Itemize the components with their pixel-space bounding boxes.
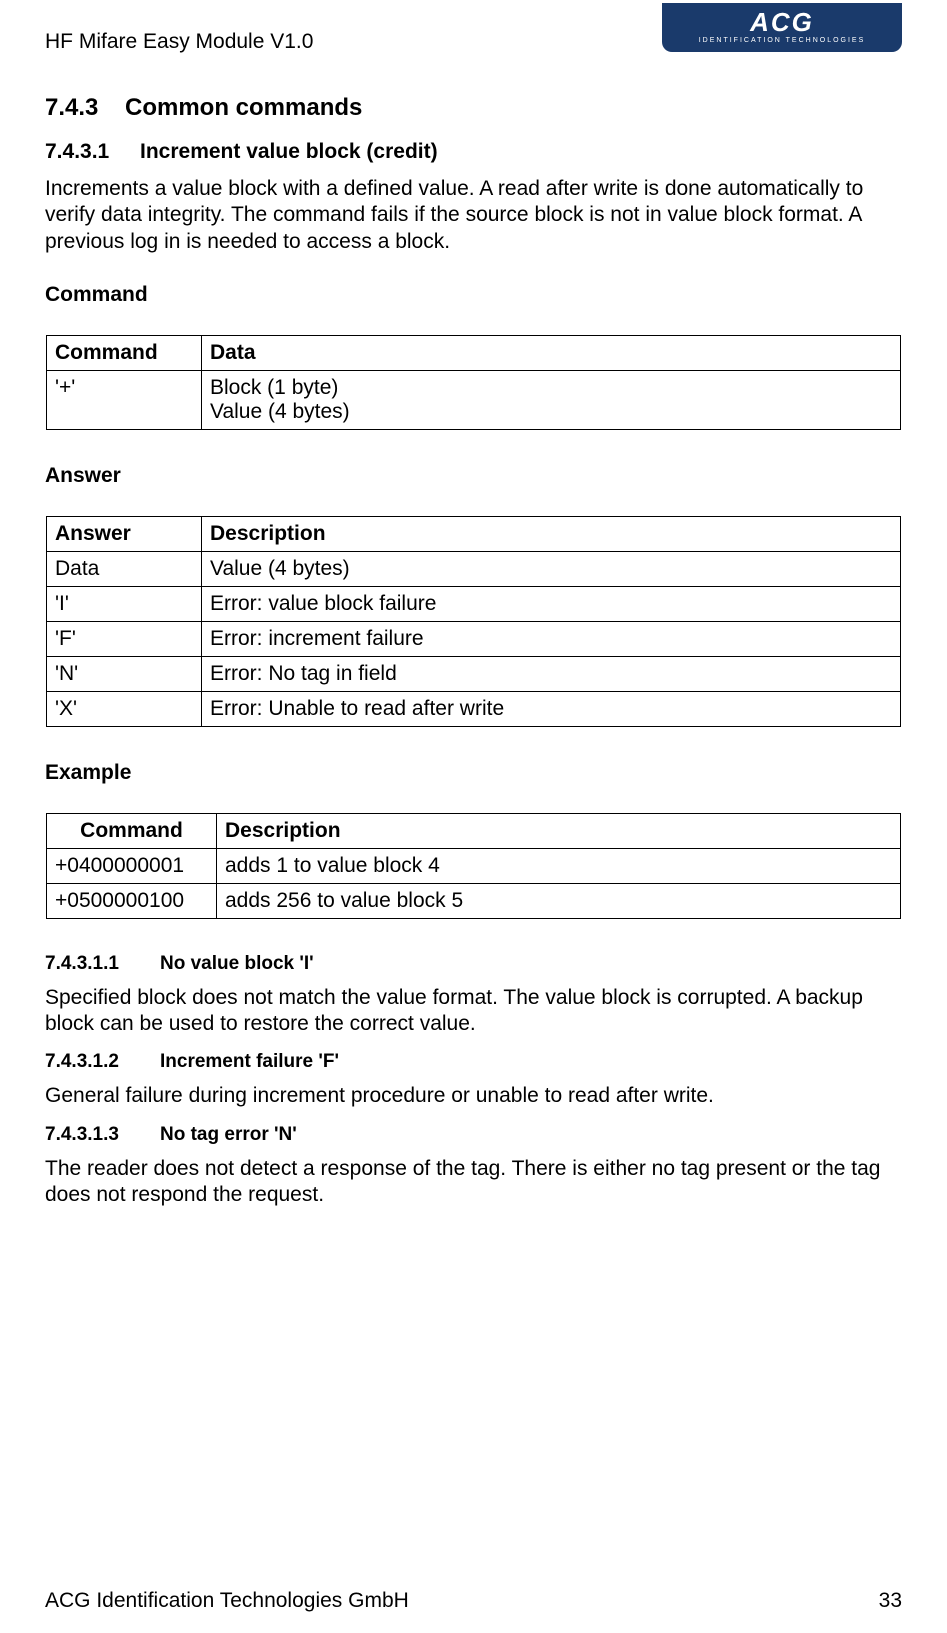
command-label: Command xyxy=(45,283,902,307)
answer-label: Answer xyxy=(45,464,902,488)
table-header-row: Command Data xyxy=(47,335,901,370)
cell: adds 256 to value block 5 xyxy=(217,883,901,918)
th-command: Command xyxy=(47,335,202,370)
logo-main-text: ACG xyxy=(680,9,884,35)
cell-data: Block (1 byte) Value (4 bytes) xyxy=(202,370,901,429)
cell: adds 1 to value block 4 xyxy=(217,848,901,883)
logo: ACG IDENTIFICATION TECHNOLOGIES xyxy=(662,3,902,52)
th-command: Command xyxy=(47,813,217,848)
heading-7-4-3-1-1: 7.4.3.1.1No value block 'I' xyxy=(45,953,902,975)
cell: Data xyxy=(47,551,202,586)
page-number: 33 xyxy=(879,1589,902,1613)
section-title: Increment value block (credit) xyxy=(140,140,438,163)
cell: Error: value block failure xyxy=(202,586,901,621)
logo-sub-text: IDENTIFICATION TECHNOLOGIES xyxy=(680,37,884,44)
heading-7-4-3: 7.4.3Common commands xyxy=(45,94,902,122)
table-row: +0400000001adds 1 to value block 4 xyxy=(47,848,901,883)
example-label: Example xyxy=(45,761,902,785)
intro-paragraph: Increments a value block with a defined … xyxy=(45,176,902,255)
table-header-row: Answer Description xyxy=(47,516,901,551)
cell: 'X' xyxy=(47,691,202,726)
cell: Value (4 bytes) xyxy=(202,551,901,586)
cell: Error: Unable to read after write xyxy=(202,691,901,726)
section-number: 7.4.3.1.1 xyxy=(45,953,160,975)
cell: +0500000100 xyxy=(47,883,217,918)
command-table: Command Data '+' Block (1 byte) Value (4… xyxy=(46,335,901,430)
section-number: 7.4.3.1.2 xyxy=(45,1051,160,1073)
table-row: 'N'Error: No tag in field xyxy=(47,656,901,691)
cell: 'I' xyxy=(47,586,202,621)
cell: 'F' xyxy=(47,621,202,656)
section-number: 7.4.3.1.3 xyxy=(45,1124,160,1146)
th-description: Description xyxy=(202,516,901,551)
table-row: 'X'Error: Unable to read after write xyxy=(47,691,901,726)
section-title: Increment failure 'F' xyxy=(160,1051,339,1072)
table-row: +0500000100adds 256 to value block 5 xyxy=(47,883,901,918)
sub3-body: The reader does not detect a response of… xyxy=(45,1156,902,1209)
th-data: Data xyxy=(202,335,901,370)
sub2-body: General failure during increment procedu… xyxy=(45,1083,902,1109)
section-title: Common commands xyxy=(125,94,362,121)
section-number: 7.4.3.1 xyxy=(45,140,140,164)
doc-title: HF Mifare Easy Module V1.0 xyxy=(45,30,313,54)
table-row: DataValue (4 bytes) xyxy=(47,551,901,586)
cell: Error: No tag in field xyxy=(202,656,901,691)
table-row: 'F'Error: increment failure xyxy=(47,621,901,656)
heading-7-4-3-1-2: 7.4.3.1.2Increment failure 'F' xyxy=(45,1051,902,1073)
cell: +0400000001 xyxy=(47,848,217,883)
answer-table: Answer Description DataValue (4 bytes) '… xyxy=(46,516,901,727)
cell: 'N' xyxy=(47,656,202,691)
table-row: 'I'Error: value block failure xyxy=(47,586,901,621)
th-description: Description xyxy=(217,813,901,848)
th-answer: Answer xyxy=(47,516,202,551)
footer-company: ACG Identification Technologies GmbH xyxy=(45,1589,409,1613)
page-header: HF Mifare Easy Module V1.0 ACG IDENTIFIC… xyxy=(45,30,902,54)
table-header-row: Command Description xyxy=(47,813,901,848)
sub1-body: Specified block does not match the value… xyxy=(45,985,902,1038)
page-footer: ACG Identification Technologies GmbH 33 xyxy=(45,1589,902,1613)
section-title: No value block 'I' xyxy=(160,953,314,974)
section-title: No tag error 'N' xyxy=(160,1124,297,1145)
heading-7-4-3-1: 7.4.3.1Increment value block (credit) xyxy=(45,140,902,164)
cell: Error: increment failure xyxy=(202,621,901,656)
heading-7-4-3-1-3: 7.4.3.1.3No tag error 'N' xyxy=(45,1124,902,1146)
example-table: Command Description +0400000001adds 1 to… xyxy=(46,813,901,919)
cell-cmd: '+' xyxy=(47,370,202,429)
table-row: '+' Block (1 byte) Value (4 bytes) xyxy=(47,370,901,429)
section-number: 7.4.3 xyxy=(45,94,125,122)
